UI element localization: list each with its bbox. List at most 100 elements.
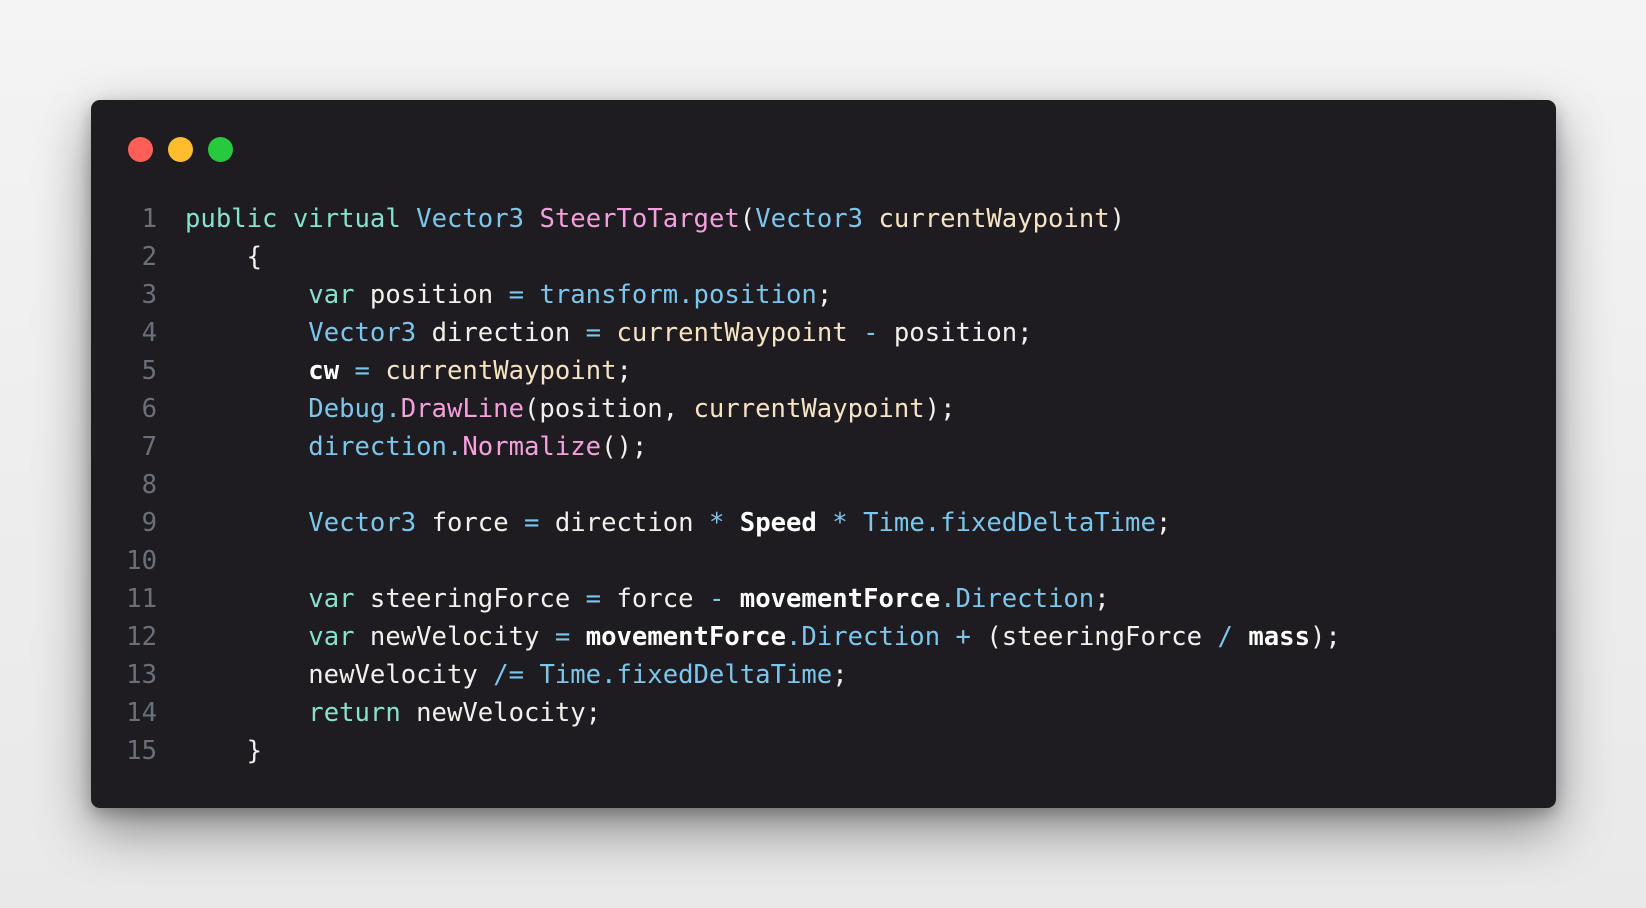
code-text: Vector3 force = direction * Speed * Time… [157, 504, 1171, 542]
code-line: 6 Debug.DrawLine(position, currentWaypoi… [91, 390, 1556, 428]
code-token: var [308, 622, 355, 652]
code-token: = [585, 318, 602, 348]
code-line: 2 { [91, 238, 1556, 276]
line-number: 15 [126, 736, 157, 766]
code-token: Vector3 [755, 204, 864, 234]
code-token: SteerToTarget [539, 204, 740, 234]
code-token: (position, [524, 394, 694, 424]
line-number: 13 [126, 660, 157, 690]
code-token: mass [1248, 622, 1310, 652]
code-token: .Direction [940, 584, 1095, 614]
code-token: movementForce [585, 622, 787, 652]
code-line: 3 var position = transform.position; [91, 276, 1556, 314]
code-token: * [832, 508, 848, 538]
code-token: cw [308, 356, 340, 386]
code-token: = [354, 356, 370, 386]
code-token: Time.fixedDeltaTime [863, 508, 1156, 538]
code-token: currentWaypoint [385, 356, 617, 386]
line-number: 10 [126, 546, 157, 576]
code-text: var position = transform.position; [157, 276, 832, 314]
window-controls [128, 137, 233, 162]
code-line: 15 } [91, 732, 1556, 770]
code-text: return newVelocity; [157, 694, 601, 732]
code-token: .Direction [786, 622, 941, 652]
code-token: position [354, 280, 509, 310]
code-token: ; [832, 660, 848, 690]
code-line: 7 direction.Normalize(); [91, 428, 1556, 466]
code-token: DrawLine [400, 394, 525, 424]
code-token: (steeringForce [970, 622, 1218, 652]
code-token: { [185, 242, 263, 272]
line-number: 2 [141, 242, 157, 272]
maximize-button[interactable] [208, 137, 233, 162]
code-token: currentWaypoint [693, 394, 925, 424]
code-token: force [601, 584, 709, 614]
code-token: ; [1094, 584, 1110, 614]
code-text: cw = currentWaypoint; [157, 352, 632, 390]
code-line: 13 newVelocity /= Time.fixedDeltaTime; [91, 656, 1556, 694]
code-token: = [585, 584, 602, 614]
code-line: 5 cw = currentWaypoint; [91, 352, 1556, 390]
code-token: Speed [739, 508, 817, 538]
code-token: = [524, 508, 540, 538]
minimize-button[interactable] [168, 137, 193, 162]
code-token: ; [1155, 508, 1172, 538]
code-line: 10 [91, 542, 1556, 580]
close-button[interactable] [128, 137, 153, 162]
code-line: 12 var newVelocity = movementForce.Direc… [91, 618, 1556, 656]
code-token: var [308, 584, 355, 614]
line-number: 11 [126, 584, 157, 614]
code-token: ; [616, 356, 632, 386]
code-text: Vector3 direction = currentWaypoint - po… [157, 314, 1033, 352]
line-number: 7 [141, 432, 157, 462]
code-token: ); [924, 394, 956, 424]
line-number: 3 [141, 280, 157, 310]
code-token: position; [878, 318, 1033, 348]
code-token: currentWaypoint [616, 318, 848, 348]
code-text: public virtual Vector3 SteerToTarget(Vec… [157, 200, 1125, 238]
line-number: 9 [141, 508, 157, 538]
code-token: } [185, 736, 263, 766]
code-token: direction [416, 318, 586, 348]
line-number: 6 [141, 394, 157, 424]
line-number: 8 [141, 470, 157, 500]
code-line: 9 Vector3 force = direction * Speed * Ti… [91, 504, 1556, 542]
line-number: 4 [141, 318, 157, 348]
code-token: ; [816, 280, 833, 310]
code-token: - [863, 318, 879, 348]
code-token: / [1217, 622, 1233, 652]
code-token: Debug. [308, 394, 401, 424]
line-number: 14 [126, 698, 157, 728]
code-token: newVelocity [354, 622, 555, 652]
code-token: return [308, 698, 401, 728]
code-token: transform.position [539, 280, 817, 310]
code-window: 1 public virtual Vector3 SteerToTarget(Ve… [91, 100, 1556, 808]
code-token: virtual [292, 204, 401, 234]
code-token: = [554, 622, 571, 652]
code-token: Vector3 [308, 508, 417, 538]
code-block[interactable]: 1 public virtual Vector3 SteerToTarget(Ve… [91, 200, 1556, 770]
code-text: var steeringForce = force - movementForc… [157, 580, 1110, 618]
code-token: ( [739, 204, 756, 234]
code-token: public [185, 204, 278, 234]
code-token: newVelocity; [400, 698, 602, 728]
code-token: = [508, 280, 525, 310]
code-token: - [708, 584, 725, 614]
